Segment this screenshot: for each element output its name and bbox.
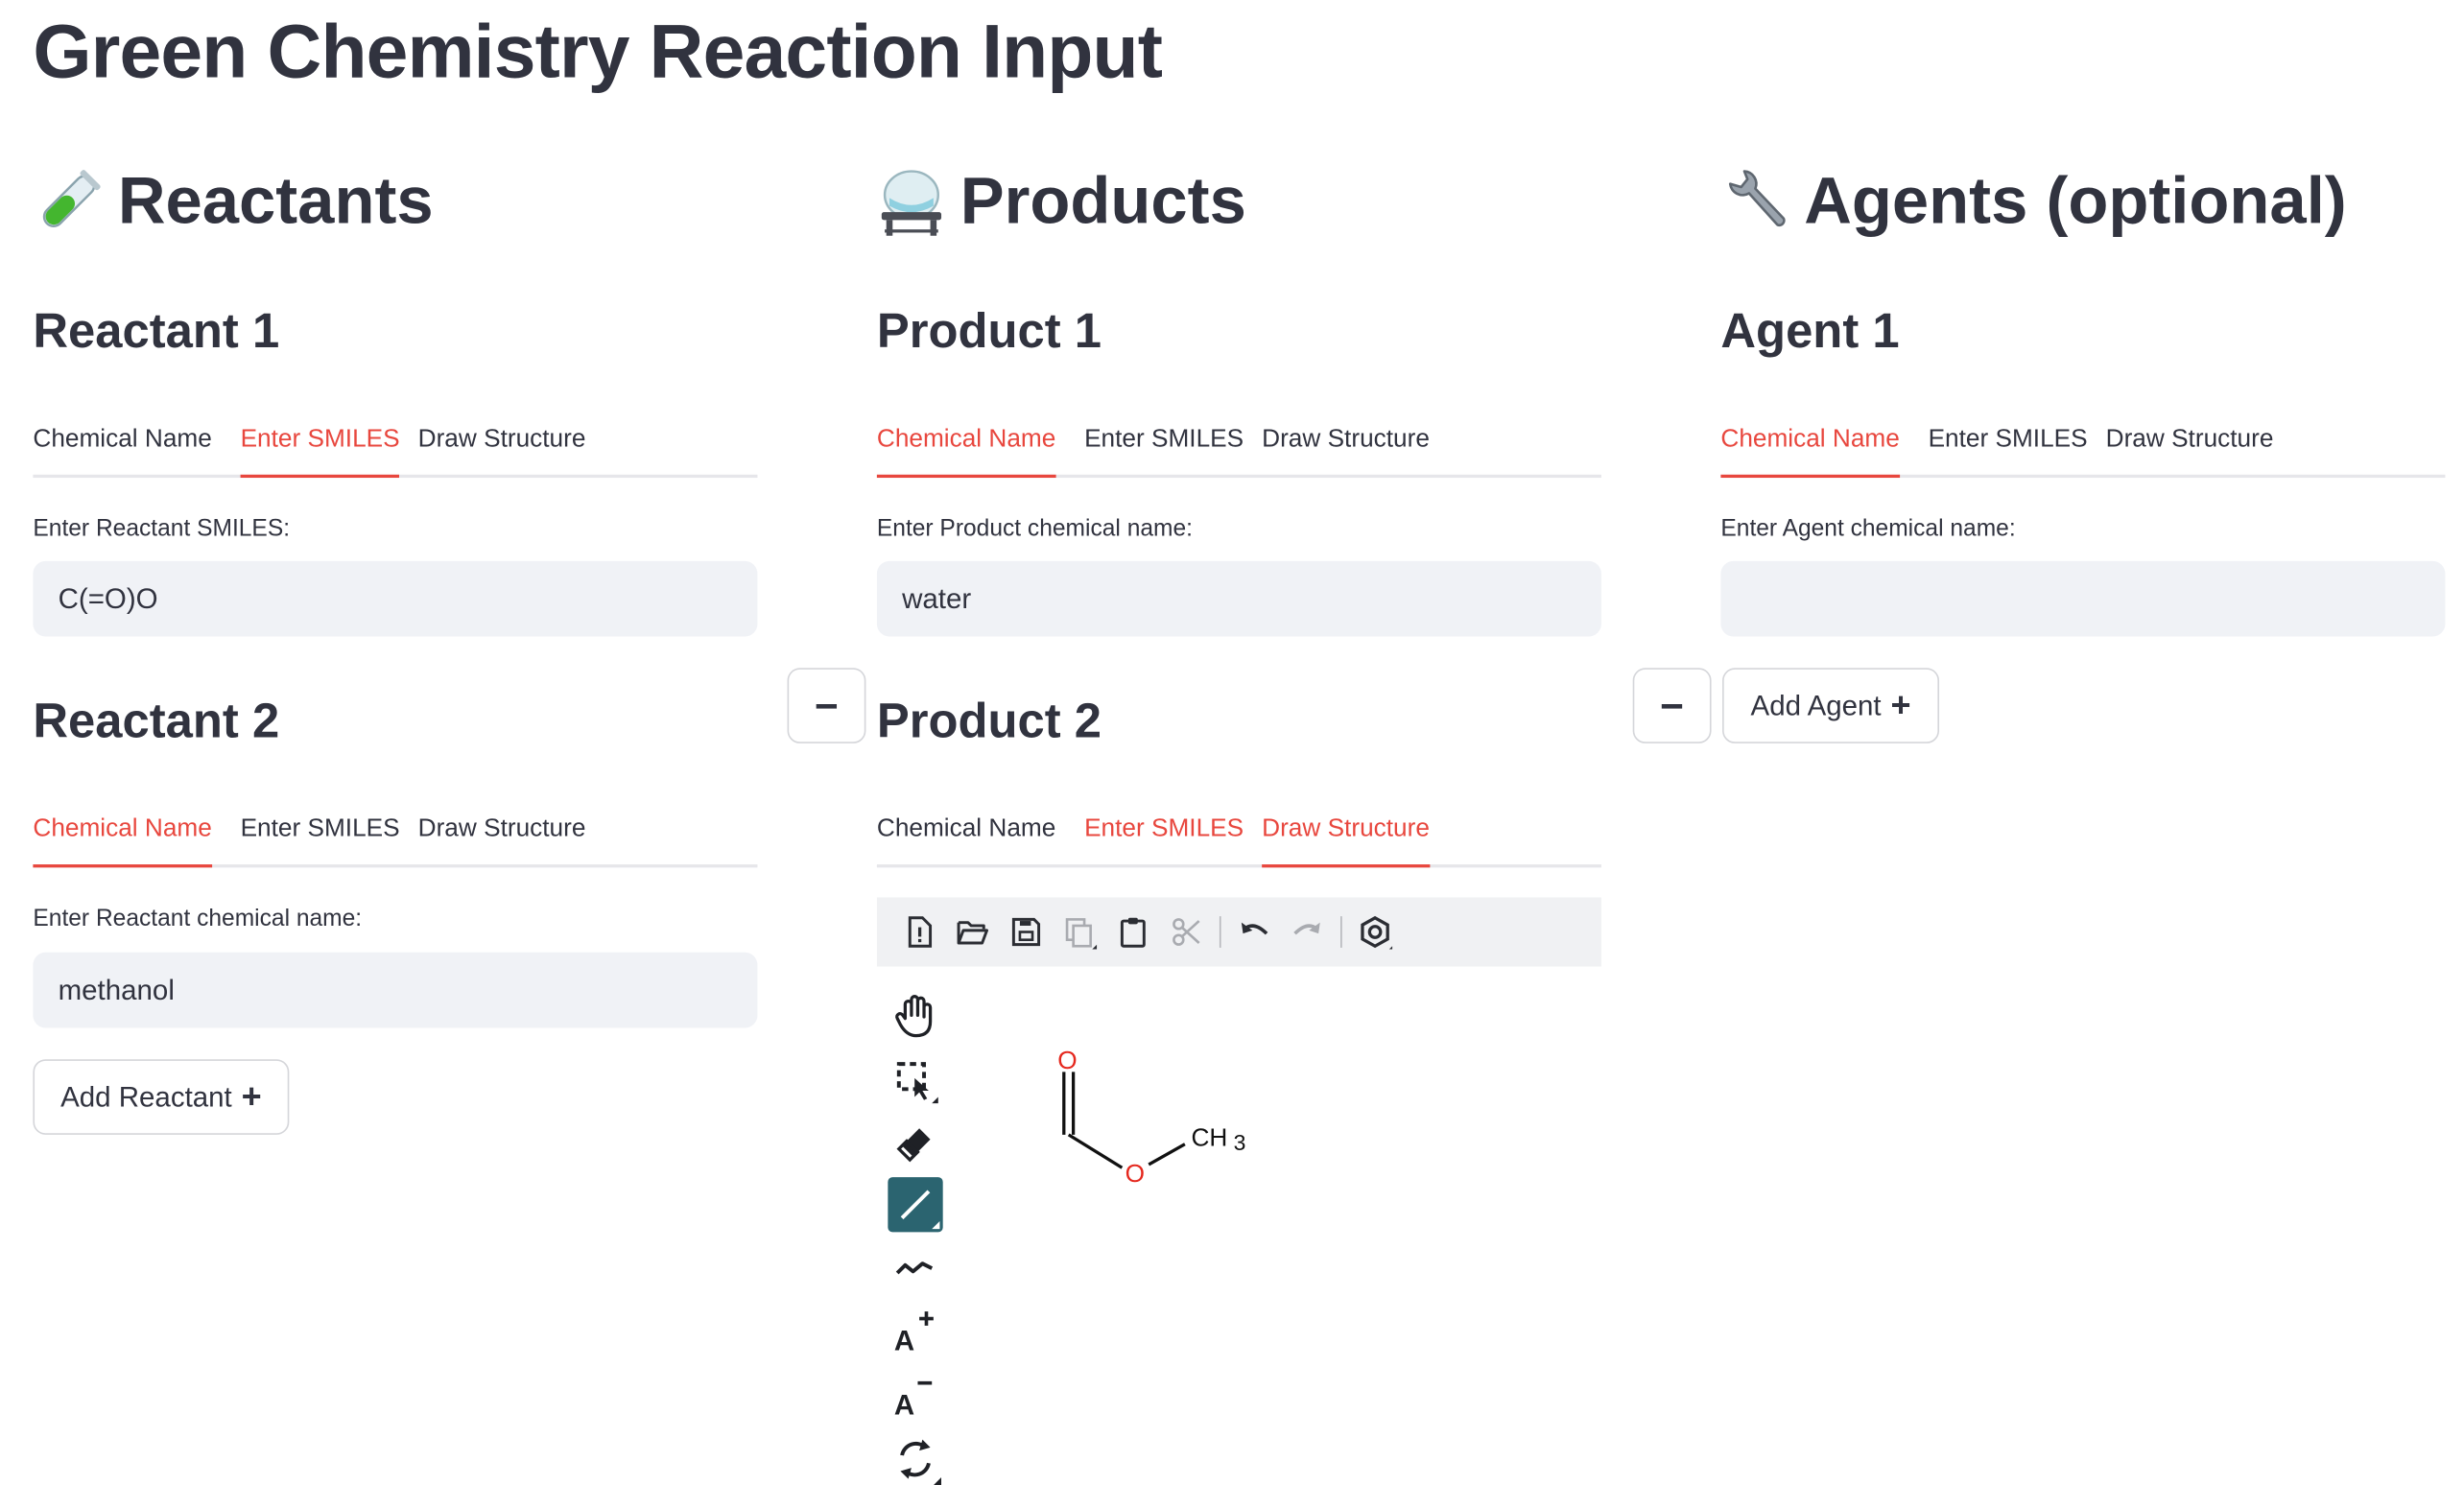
alembic-icon bbox=[881, 170, 942, 236]
remove-product-button[interactable]: − bbox=[787, 668, 866, 743]
remove-agent-button[interactable]: − bbox=[1632, 668, 1712, 743]
reactant-2-field-label: Enter Reactant chemical name: bbox=[33, 905, 363, 932]
toolbar-divider bbox=[1219, 916, 1221, 948]
page-title: Green Chemistry Reaction Input bbox=[33, 11, 1163, 95]
agent-1-tabs: Chemical Name Enter SMILES Draw Structur… bbox=[1720, 415, 2446, 479]
bond-tool-button[interactable] bbox=[888, 1177, 943, 1233]
agent-1-field-label: Enter Agent chemical name: bbox=[1720, 515, 2016, 543]
oxygen-atom-label: O bbox=[1057, 1046, 1077, 1074]
add-agent-button[interactable]: Add Agent + bbox=[1722, 668, 1940, 743]
test-tube-icon bbox=[42, 170, 101, 227]
products-heading: Products bbox=[875, 163, 1246, 239]
minus-icon: − bbox=[815, 681, 839, 729]
methyl-group-label: CH bbox=[1191, 1122, 1227, 1151]
reactant-1-tabs: Chemical Name Enter SMILES Draw Structur… bbox=[33, 415, 758, 479]
open-folder-icon[interactable] bbox=[956, 914, 990, 949]
tab-enter-smiles[interactable]: Enter SMILES bbox=[1084, 805, 1244, 864]
svg-text:A: A bbox=[894, 1389, 914, 1421]
agents-heading-label: Agents (optional) bbox=[1804, 163, 2347, 238]
tab-chemical-name[interactable]: Chemical Name bbox=[33, 415, 211, 475]
reactant-1-smiles-input[interactable]: C(=O)O bbox=[33, 560, 758, 637]
new-document-icon[interactable] bbox=[902, 914, 936, 949]
hand-icon[interactable] bbox=[889, 990, 941, 1042]
minus-icon: − bbox=[1660, 681, 1685, 729]
paste-icon[interactable] bbox=[1116, 914, 1150, 949]
tab-draw-structure[interactable]: Draw Structure bbox=[418, 415, 586, 475]
product-2-title: Product 2 bbox=[876, 693, 1102, 748]
agent-1-name-input[interactable] bbox=[1720, 560, 2446, 637]
plus-icon: + bbox=[241, 1076, 262, 1117]
plus-icon: + bbox=[1890, 685, 1911, 725]
reactant-1-title: Reactant 1 bbox=[33, 303, 280, 359]
tab-chemical-name[interactable]: Chemical Name bbox=[33, 805, 212, 868]
tab-chemical-name[interactable]: Chemical Name bbox=[876, 415, 1055, 479]
chain-icon[interactable] bbox=[889, 1241, 941, 1293]
tab-draw-structure[interactable]: Draw Structure bbox=[418, 805, 586, 864]
tab-chemical-name[interactable]: Chemical Name bbox=[1720, 415, 1900, 479]
add-reactant-button[interactable]: Add Reactant + bbox=[33, 1059, 290, 1135]
undo-icon[interactable] bbox=[1237, 914, 1271, 949]
redo-icon[interactable] bbox=[1291, 914, 1325, 949]
tab-draw-structure[interactable]: Draw Structure bbox=[2106, 415, 2274, 475]
product-1-name-input[interactable]: water bbox=[876, 560, 1601, 637]
tab-enter-smiles[interactable]: Enter SMILES bbox=[241, 805, 400, 864]
tab-draw-structure[interactable]: Draw Structure bbox=[1262, 805, 1430, 868]
cut-icon[interactable] bbox=[1170, 914, 1204, 949]
tab-enter-smiles[interactable]: Enter SMILES bbox=[1929, 415, 2088, 475]
product-1-field-label: Enter Product chemical name: bbox=[876, 515, 1193, 543]
agent-1-title: Agent 1 bbox=[1720, 303, 1900, 359]
toolbar-divider bbox=[1340, 916, 1342, 948]
eraser-icon[interactable] bbox=[889, 1115, 941, 1167]
oxygen-atom-label: O bbox=[1125, 1159, 1145, 1188]
agents-heading: Agents (optional) bbox=[1719, 163, 2347, 239]
save-icon[interactable] bbox=[1008, 914, 1043, 949]
methyl-subscript: 3 bbox=[1234, 1130, 1246, 1155]
add-agent-label: Add Agent bbox=[1750, 689, 1882, 721]
reactants-heading-label: Reactants bbox=[117, 163, 434, 238]
tab-enter-smiles[interactable]: Enter SMILES bbox=[1084, 415, 1244, 475]
reactant-2-title: Reactant 2 bbox=[33, 693, 280, 748]
molecule-drawing[interactable]: O O CH 3 bbox=[1006, 1029, 1289, 1202]
reactants-heading: Reactants bbox=[33, 163, 434, 239]
structure-editor-toolbar bbox=[876, 897, 1601, 967]
tab-draw-structure[interactable]: Draw Structure bbox=[1262, 415, 1430, 475]
tab-chemical-name[interactable]: Chemical Name bbox=[877, 805, 1055, 864]
product-1-title: Product 1 bbox=[876, 303, 1102, 359]
charge-minus-icon[interactable]: A bbox=[889, 1371, 941, 1423]
reactant-2-name-input[interactable]: methanol bbox=[33, 952, 758, 1028]
svg-text:A: A bbox=[894, 1325, 914, 1356]
products-heading-label: Products bbox=[960, 163, 1246, 238]
settings-icon[interactable] bbox=[1358, 914, 1393, 950]
tab-enter-smiles[interactable]: Enter SMILES bbox=[240, 415, 401, 479]
reactant-2-tabs: Chemical Name Enter SMILES Draw Structur… bbox=[33, 805, 758, 868]
copy-icon[interactable] bbox=[1062, 914, 1098, 950]
product-1-tabs: Chemical Name Enter SMILES Draw Structur… bbox=[876, 415, 1601, 479]
add-reactant-label: Add Reactant bbox=[60, 1080, 232, 1113]
product-2-tabs: Chemical Name Enter SMILES Draw Structur… bbox=[876, 805, 1601, 868]
select-icon[interactable] bbox=[889, 1054, 941, 1106]
wrench-icon bbox=[1728, 170, 1786, 227]
charge-plus-icon[interactable]: A bbox=[889, 1306, 941, 1357]
bond-icon bbox=[900, 1190, 940, 1230]
reactant-1-field-label: Enter Reactant SMILES: bbox=[33, 515, 291, 543]
